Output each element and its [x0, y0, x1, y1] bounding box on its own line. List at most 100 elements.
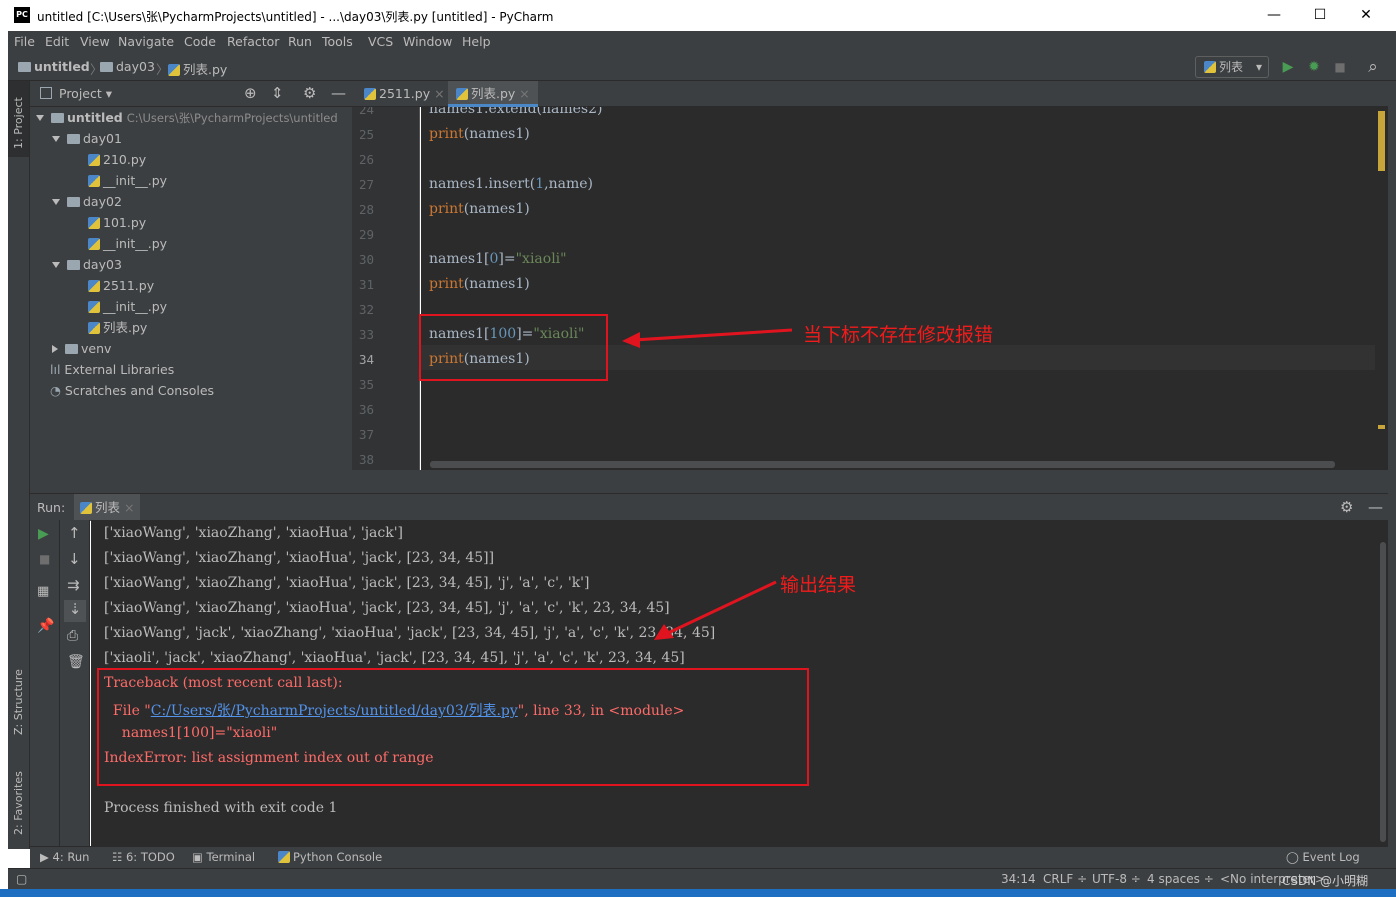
- run-tab-list[interactable]: 列表 ×: [74, 494, 141, 521]
- menu-window[interactable]: Window: [403, 34, 452, 49]
- tool-tab-run[interactable]: ▶ 4: Run: [40, 850, 89, 864]
- run-toolbar-secondary: ↑ ↓ ⇉ ⇣ ⎙ 🗑: [60, 520, 90, 846]
- chevron-down-icon: ▾: [1255, 60, 1262, 74]
- line-number-gutter: 24 25 26 27 28 29 30 31 32 33 34 35 36 3…: [352, 107, 420, 470]
- breadcrumb-file[interactable]: 列表.py: [168, 59, 227, 78]
- menu-view[interactable]: View: [80, 34, 110, 49]
- tree-root-name: untitled: [67, 110, 123, 125]
- tree-item-file[interactable]: __init__.py: [88, 296, 167, 317]
- run-icon[interactable]: ▶: [1278, 57, 1298, 77]
- tool-tab-terminal[interactable]: ▣ Terminal: [192, 850, 255, 864]
- python-file-icon: [80, 502, 92, 514]
- code-line-24: names1.extend(names2): [429, 107, 602, 117]
- tree-item-day03[interactable]: day03: [52, 254, 122, 275]
- trash-icon[interactable]: 🗑: [67, 654, 85, 670]
- close-tab-icon[interactable]: ×: [124, 500, 134, 515]
- debug-icon[interactable]: ✹: [1304, 57, 1324, 77]
- locate-icon[interactable]: ⊕: [244, 84, 257, 102]
- status-encoding[interactable]: UTF-8 ÷: [1092, 872, 1141, 886]
- tree-item-file[interactable]: __init__.py: [88, 233, 167, 254]
- menu-edit[interactable]: Edit: [45, 34, 69, 49]
- search-everywhere-icon[interactable]: ⌕: [1363, 57, 1383, 77]
- watermark: CSDN @小明糊: [1282, 874, 1369, 888]
- structure-tool-tab[interactable]: Z: Structure: [8, 651, 29, 741]
- tree-item-label: 101.py: [103, 215, 147, 230]
- status-indent[interactable]: 4 spaces ÷: [1147, 872, 1214, 886]
- menu-vcs[interactable]: VCS: [368, 34, 393, 49]
- collapse-all-icon[interactable]: ⇕: [271, 84, 284, 102]
- tab-2511-py[interactable]: 2511.py ×: [356, 81, 453, 107]
- structure-tool-label: Z: Structure: [12, 669, 25, 735]
- pin-icon[interactable]: 📌: [37, 618, 54, 634]
- folder-icon: [18, 62, 31, 72]
- tree-item-label: day02: [83, 194, 122, 209]
- hide-panel-icon[interactable]: —: [331, 84, 346, 102]
- menu-navigate[interactable]: Navigate: [118, 34, 174, 49]
- console-scrollbar[interactable]: [1379, 520, 1388, 846]
- gear-icon[interactable]: ⚙: [1340, 498, 1353, 516]
- tool-tab-todo[interactable]: ☷ 6: TODO: [112, 850, 175, 864]
- close-tab-icon[interactable]: ×: [434, 86, 444, 101]
- scroll-up-icon[interactable]: ↑: [68, 524, 81, 542]
- scroll-to-end-icon[interactable]: ⇣: [64, 600, 86, 622]
- chevron-down-icon: [52, 136, 60, 142]
- editor-scrollbar[interactable]: [1375, 107, 1388, 470]
- tree-item-file[interactable]: __init__.py: [88, 170, 167, 191]
- line-number: 31: [358, 277, 374, 292]
- hide-panel-icon[interactable]: —: [1368, 498, 1383, 516]
- minimize-button[interactable]: —: [1251, 0, 1297, 31]
- close-tab-icon[interactable]: ×: [519, 86, 529, 101]
- menu-tools[interactable]: Tools: [322, 34, 353, 49]
- title-bar: PC untitled [C:\Users\张\PycharmProjects\…: [0, 0, 1396, 31]
- favorites-tool-tab[interactable]: 2: Favorites: [8, 751, 29, 841]
- soft-wrap-icon[interactable]: ⇉: [67, 576, 80, 594]
- tree-item-root[interactable]: untitled C:\Users\张\PycharmProjects\unti…: [36, 107, 338, 128]
- tree-item-day01[interactable]: day01: [52, 128, 122, 149]
- tree-item-day02[interactable]: day02: [52, 191, 122, 212]
- tree-item-file[interactable]: 101.py: [88, 212, 146, 233]
- tool-tab-python-console[interactable]: Python Console: [278, 850, 382, 864]
- tree-item-file[interactable]: 列表.py: [88, 317, 147, 338]
- status-caret-position[interactable]: 34:14: [1001, 872, 1036, 886]
- run-panel-header: Run: 列表 × ⚙ —: [30, 493, 1388, 521]
- layout-icon[interactable]: ▦: [37, 584, 49, 599]
- tab-list-py[interactable]: 列表.py ×: [448, 81, 538, 107]
- chevron-down-icon: [52, 199, 60, 205]
- project-tool-tab[interactable]: 1: Project: [8, 81, 29, 157]
- tool-tab-event-log[interactable]: ◯ Event Log: [1286, 850, 1360, 864]
- breadcrumb-folder-label: day03: [116, 59, 155, 74]
- tree-item-label: 2511.py: [103, 278, 155, 293]
- breadcrumb-project[interactable]: untitled: [18, 59, 90, 74]
- project-view-dropdown[interactable]: Project ▾: [59, 86, 112, 101]
- tree-root-path: C:\Users\张\PycharmProjects\untitled: [126, 111, 338, 125]
- menu-file[interactable]: File: [14, 34, 35, 49]
- gear-icon[interactable]: ⚙: [303, 84, 316, 102]
- tree-item-scratches[interactable]: ◔ Scratches and Consoles: [50, 380, 214, 401]
- horizontal-scrollbar[interactable]: [430, 461, 1335, 468]
- close-window-button[interactable]: ✕: [1343, 0, 1389, 31]
- scroll-down-icon[interactable]: ↓: [68, 550, 81, 568]
- status-line-separator[interactable]: CRLF ÷: [1043, 872, 1087, 886]
- console-output-line: ['xiaoWang', 'xiaoZhang', 'xiaoHua', 'ja…: [104, 550, 495, 566]
- toggle-tool-windows-icon[interactable]: ▢: [16, 872, 27, 886]
- menu-refactor[interactable]: Refactor: [227, 34, 279, 49]
- breadcrumb-folder[interactable]: day03: [100, 59, 155, 74]
- tree-item-external-libraries[interactable]: lıl External Libraries: [50, 359, 174, 380]
- stop-icon[interactable]: ■: [1330, 57, 1350, 77]
- right-tool-strip: [1388, 81, 1396, 868]
- stop-icon[interactable]: ■: [39, 552, 50, 566]
- maximize-button[interactable]: ☐: [1297, 0, 1343, 31]
- scrollbar-thumb[interactable]: [1380, 542, 1386, 842]
- tree-item-file[interactable]: 2511.py: [88, 275, 154, 296]
- run-configuration-dropdown[interactable]: 列表 ▾: [1195, 56, 1269, 78]
- menu-help[interactable]: Help: [462, 34, 491, 49]
- tree-item-venv[interactable]: venv: [52, 338, 111, 359]
- print-icon[interactable]: ⎙: [67, 628, 78, 644]
- rerun-icon[interactable]: ▶: [38, 526, 49, 542]
- code-editor[interactable]: names1.extend(names2) print(names1) name…: [421, 107, 1375, 470]
- menu-code[interactable]: Code: [184, 34, 216, 49]
- menu-run[interactable]: Run: [288, 34, 312, 49]
- folder-icon: [100, 62, 113, 72]
- tree-item-file[interactable]: 210.py: [88, 149, 146, 170]
- python-file-icon: [1204, 61, 1216, 73]
